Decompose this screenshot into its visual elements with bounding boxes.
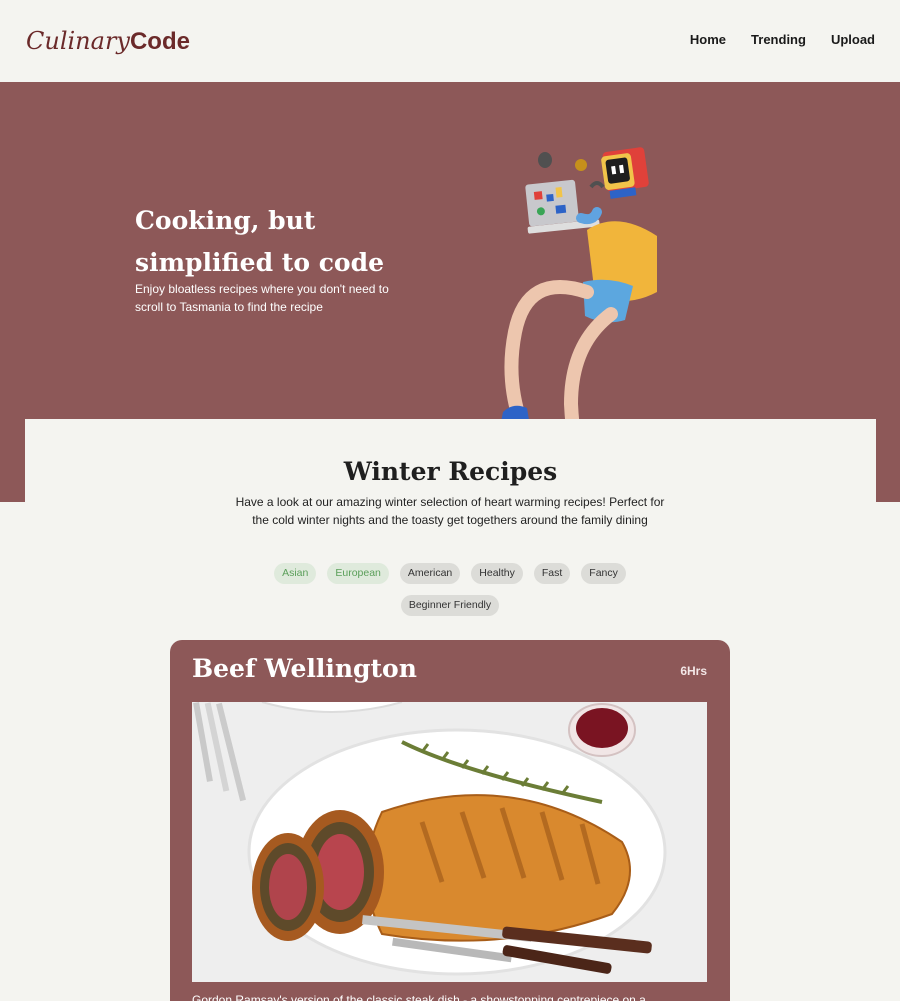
hero-subtitle: Enjoy bloatless recipes where you don't … (135, 282, 389, 314)
logo-italic-text: Culinary (26, 27, 130, 55)
tag-beginner-friendly[interactable]: Beginner Friendly (400, 595, 500, 616)
nav-link-upload[interactable]: Upload (831, 32, 875, 47)
winter-recipes-section: Winter Recipes Have a look at our amazin… (25, 419, 876, 1001)
main-nav: Home Trending Upload (690, 32, 875, 47)
tag-european[interactable]: European (327, 563, 389, 584)
top-navigation: CulinaryCode Home Trending Upload (0, 0, 900, 82)
recipe-card[interactable]: Beef Wellington 6Hrs Gordon Ramsay's ver… (170, 640, 730, 1001)
site-logo[interactable]: CulinaryCode (26, 26, 190, 57)
logo-bold-text: Code (129, 28, 190, 55)
tag-american[interactable]: American (399, 563, 461, 584)
recipe-description: Gordon Ramsay's version of the classic s… (192, 993, 646, 1001)
nav-link-trending[interactable]: Trending (751, 32, 806, 47)
tag-fancy[interactable]: Fancy (581, 563, 626, 584)
tag-fast[interactable]: Fast (533, 563, 571, 584)
section-title: Winter Recipes (343, 457, 558, 486)
recipe-time: 6Hrs (680, 664, 707, 678)
hero-title: Cooking, but simplified to code (135, 206, 384, 277)
nav-link-home[interactable]: Home (690, 32, 726, 47)
tag-healthy[interactable]: Healthy (471, 563, 523, 584)
section-description: Have a look at our amazing winter select… (235, 495, 665, 527)
beef-wellington-photo (192, 702, 707, 982)
tag-filter-list: Asian European American Healthy Fast Fan… (240, 563, 660, 616)
recipe-title: Beef Wellington (192, 654, 417, 683)
tag-asian[interactable]: Asian (274, 563, 317, 584)
